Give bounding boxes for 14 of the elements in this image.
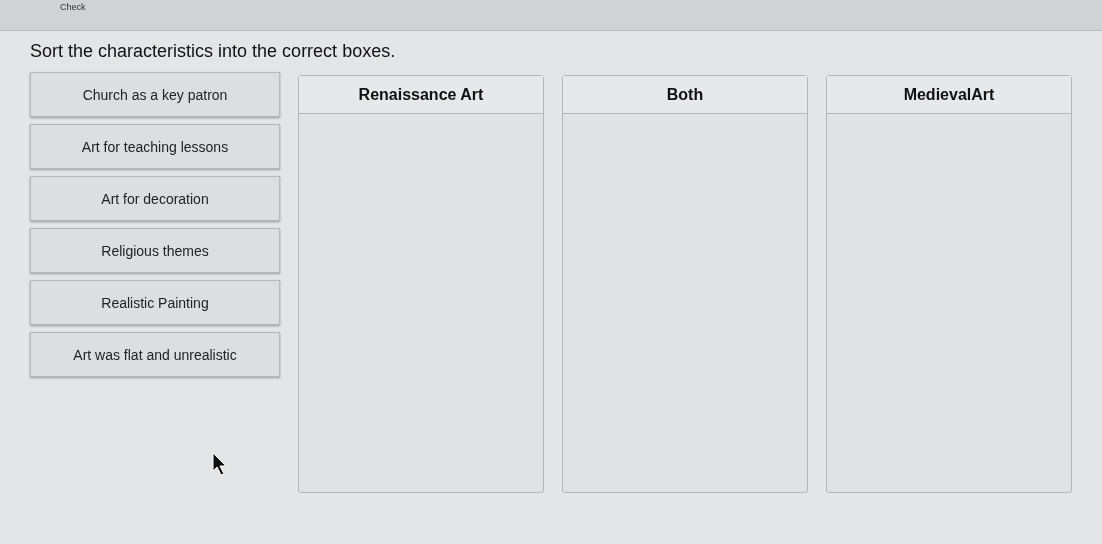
zone-title: MedievalArt: [827, 76, 1071, 114]
instruction-text: Sort the characteristics into the correct boxes.: [30, 41, 397, 62]
draggable-card[interactable]: Realistic Painting: [30, 280, 280, 325]
draggable-card[interactable]: Religious themes: [30, 228, 280, 273]
drop-zone[interactable]: Both: [562, 75, 808, 493]
drop-zone[interactable]: MedievalArt: [826, 75, 1072, 493]
check-button[interactable]: Check: [56, 0, 90, 14]
draggable-card[interactable]: Art was flat and unrealistic: [30, 332, 280, 377]
drop-zone[interactable]: Renaissance Art: [298, 75, 544, 493]
zone-title: Both: [563, 76, 807, 114]
draggable-card[interactable]: Church as a key patron: [30, 72, 280, 117]
draggable-card[interactable]: Art for decoration: [30, 176, 280, 221]
draggable-card[interactable]: Art for teaching lessons: [30, 124, 280, 169]
zone-title: Renaissance Art: [299, 76, 543, 114]
